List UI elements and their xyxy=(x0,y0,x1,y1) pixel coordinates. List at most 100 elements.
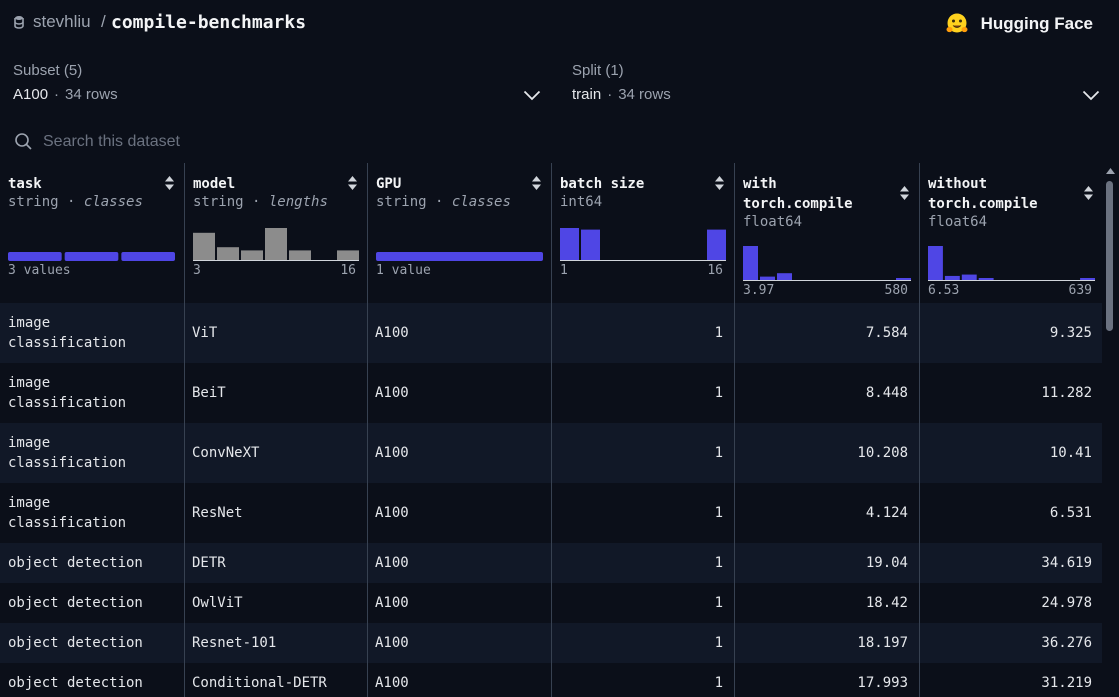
table-cell-with[interactable]: 4.124 xyxy=(742,483,908,543)
table-cell-batch[interactable]: 1 xyxy=(559,623,723,663)
table-cell-batch[interactable]: 1 xyxy=(559,663,723,697)
table-cell-without[interactable]: 31.219 xyxy=(927,663,1092,697)
table-row[interactable]: object detection Conditional-DETR A100 1 17.… xyxy=(0,663,1102,697)
table-cell-without[interactable]: 10.41 xyxy=(927,423,1092,483)
histogram-bar[interactable] xyxy=(289,250,311,260)
histogram-bar[interactable] xyxy=(896,278,911,280)
table-cell-task[interactable]: image classification xyxy=(8,423,173,483)
column-distribution-chart[interactable] xyxy=(376,227,543,261)
table-cell-model[interactable]: BeiT xyxy=(192,363,356,423)
histogram-bar[interactable] xyxy=(217,247,239,260)
histogram-bar[interactable] xyxy=(743,246,758,280)
dataset-owner-link[interactable]: stevhliu xyxy=(33,12,91,32)
scrollbar-thumb[interactable] xyxy=(1106,181,1113,331)
table-cell-batch[interactable]: 1 xyxy=(559,423,723,483)
table-cell-gpu[interactable]: A100 xyxy=(375,663,540,697)
column-distribution-chart[interactable] xyxy=(193,227,359,261)
sort-icon[interactable] xyxy=(714,175,725,191)
table-cell-model[interactable]: DETR xyxy=(192,543,356,583)
table-cell-model[interactable]: OwlViT xyxy=(192,583,356,623)
column-header-with[interactable]: with torch.compile float64 3.97 580 xyxy=(734,163,918,303)
histogram-bar[interactable] xyxy=(1080,278,1095,280)
table-cell-gpu[interactable]: A100 xyxy=(375,623,540,663)
table-cell-batch[interactable]: 1 xyxy=(559,363,723,423)
table-cell-task[interactable]: object detection xyxy=(8,663,173,697)
table-cell-with[interactable]: 18.197 xyxy=(742,623,908,663)
sort-icon[interactable] xyxy=(899,185,910,201)
histogram-bar[interactable] xyxy=(928,246,943,280)
table-cell-without[interactable]: 34.619 xyxy=(927,543,1092,583)
column-header-GPU[interactable]: GPU string · classes 1 value xyxy=(367,163,550,303)
table-cell-model[interactable]: ConvNeXT xyxy=(192,423,356,483)
histogram-bar[interactable] xyxy=(581,229,600,260)
table-row[interactable]: image classification BeiT A100 1 8.448 11.282 xyxy=(0,363,1102,423)
table-cell-with[interactable]: 17.993 xyxy=(742,663,908,697)
table-cell-batch[interactable]: 1 xyxy=(559,483,723,543)
table-cell-without[interactable]: 9.325 xyxy=(927,303,1092,363)
sort-icon[interactable] xyxy=(531,175,542,191)
histogram-bar[interactable] xyxy=(944,275,960,280)
table-cell-with[interactable]: 8.448 xyxy=(742,363,908,423)
column-header-without[interactable]: without torch.compile float64 6.53 639 xyxy=(919,163,1102,303)
table-row[interactable]: image classification ResNet A100 1 4.124 6.531 xyxy=(0,483,1102,543)
table-cell-model[interactable]: Conditional-DETR xyxy=(192,663,356,697)
table-cell-with[interactable]: 7.584 xyxy=(742,303,908,363)
table-cell-gpu[interactable]: A100 xyxy=(375,423,540,483)
table-cell-gpu[interactable]: A100 xyxy=(375,543,540,583)
dataset-name-link[interactable]: compile-benchmarks xyxy=(111,12,306,33)
table-cell-model[interactable]: Resnet-101 xyxy=(192,623,356,663)
class-bar[interactable] xyxy=(64,252,119,261)
table-cell-task[interactable]: object detection xyxy=(8,623,173,663)
table-cell-task[interactable]: image classification xyxy=(8,303,173,363)
table-cell-task[interactable]: object detection xyxy=(8,543,173,583)
class-bar[interactable] xyxy=(8,252,62,261)
table-row[interactable]: image classification ConvNeXT A100 1 10.208 10… xyxy=(0,423,1102,483)
histogram-bar[interactable] xyxy=(560,228,579,260)
table-cell-task[interactable]: image classification xyxy=(8,483,173,543)
chevron-down-icon[interactable] xyxy=(1082,90,1100,101)
column-distribution-chart[interactable] xyxy=(560,227,726,261)
table-cell-without[interactable]: 11.282 xyxy=(927,363,1092,423)
table-cell-with[interactable]: 10.208 xyxy=(742,423,908,483)
scroll-up-arrow-icon[interactable] xyxy=(1106,168,1115,174)
chevron-down-icon[interactable] xyxy=(523,90,541,101)
histogram-bar[interactable] xyxy=(265,228,287,260)
table-row[interactable]: object detection Resnet-101 A100 1 18.197 36.… xyxy=(0,623,1102,663)
histogram-bar[interactable] xyxy=(337,250,359,260)
histogram-bar[interactable] xyxy=(760,276,775,280)
table-cell-model[interactable]: ResNet xyxy=(192,483,356,543)
column-distribution-chart[interactable] xyxy=(928,245,1095,281)
class-bar[interactable] xyxy=(121,252,175,261)
search-input[interactable] xyxy=(43,129,543,155)
table-cell-with[interactable]: 19.04 xyxy=(742,543,908,583)
histogram-bar[interactable] xyxy=(707,229,726,260)
table-cell-without[interactable]: 36.276 xyxy=(927,623,1092,663)
histogram-bar[interactable] xyxy=(961,274,977,280)
table-cell-batch[interactable]: 1 xyxy=(559,303,723,363)
sort-icon[interactable] xyxy=(164,175,175,191)
class-bar[interactable] xyxy=(376,252,543,261)
column-header-batch-size[interactable]: batch size int64 1 16 xyxy=(551,163,733,303)
table-cell-gpu[interactable]: A100 xyxy=(375,483,540,543)
column-header-task[interactable]: task string · classes 3 values xyxy=(0,163,183,303)
histogram-bar[interactable] xyxy=(241,250,263,260)
table-cell-task[interactable]: image classification xyxy=(8,363,173,423)
table-cell-task[interactable]: object detection xyxy=(8,583,173,623)
column-distribution-chart[interactable] xyxy=(743,245,911,281)
table-cell-gpu[interactable]: A100 xyxy=(375,583,540,623)
sort-icon[interactable] xyxy=(347,175,358,191)
histogram-bar[interactable] xyxy=(978,278,994,280)
column-distribution-chart[interactable] xyxy=(8,227,175,261)
table-cell-batch[interactable]: 1 xyxy=(559,583,723,623)
table-cell-without[interactable]: 24.978 xyxy=(927,583,1092,623)
split-selector[interactable]: Split (1) train · 34 rows xyxy=(572,60,1102,112)
table-cell-model[interactable]: ViT xyxy=(192,303,356,363)
table-cell-without[interactable]: 6.531 xyxy=(927,483,1092,543)
column-header-model[interactable]: model string · lengths 3 16 xyxy=(184,163,366,303)
table-row[interactable]: object detection OwlViT A100 1 18.42 24.978 xyxy=(0,583,1102,623)
table-cell-gpu[interactable]: A100 xyxy=(375,303,540,363)
table-cell-batch[interactable]: 1 xyxy=(559,543,723,583)
hugging-face-brand-link[interactable]: Hugging Face xyxy=(945,12,1093,36)
table-cell-gpu[interactable]: A100 xyxy=(375,363,540,423)
table-row[interactable]: object detection DETR A100 1 19.04 34.619 xyxy=(0,543,1102,583)
